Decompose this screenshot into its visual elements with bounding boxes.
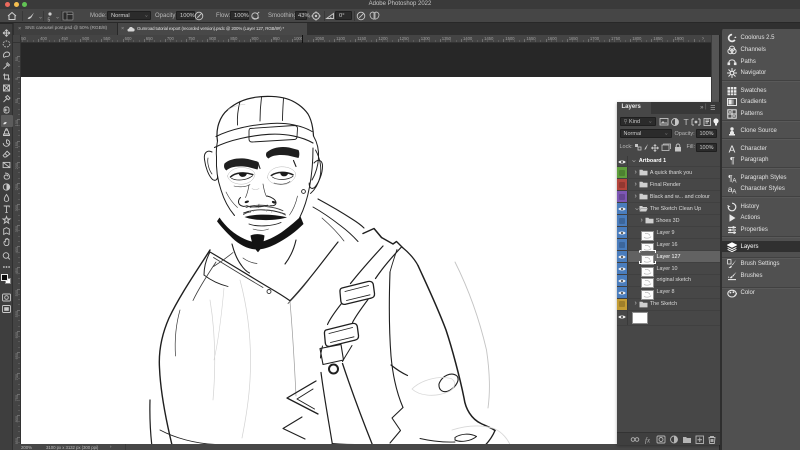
- svg-text:¶: ¶: [729, 155, 734, 165]
- svg-text:A: A: [728, 144, 735, 153]
- svg-text:A: A: [732, 188, 737, 194]
- svg-text:T: T: [683, 117, 688, 127]
- svg-text:fx: fx: [645, 437, 651, 445]
- svg-text:⌄: ⌄: [55, 15, 60, 21]
- svg-text:A: A: [732, 177, 737, 183]
